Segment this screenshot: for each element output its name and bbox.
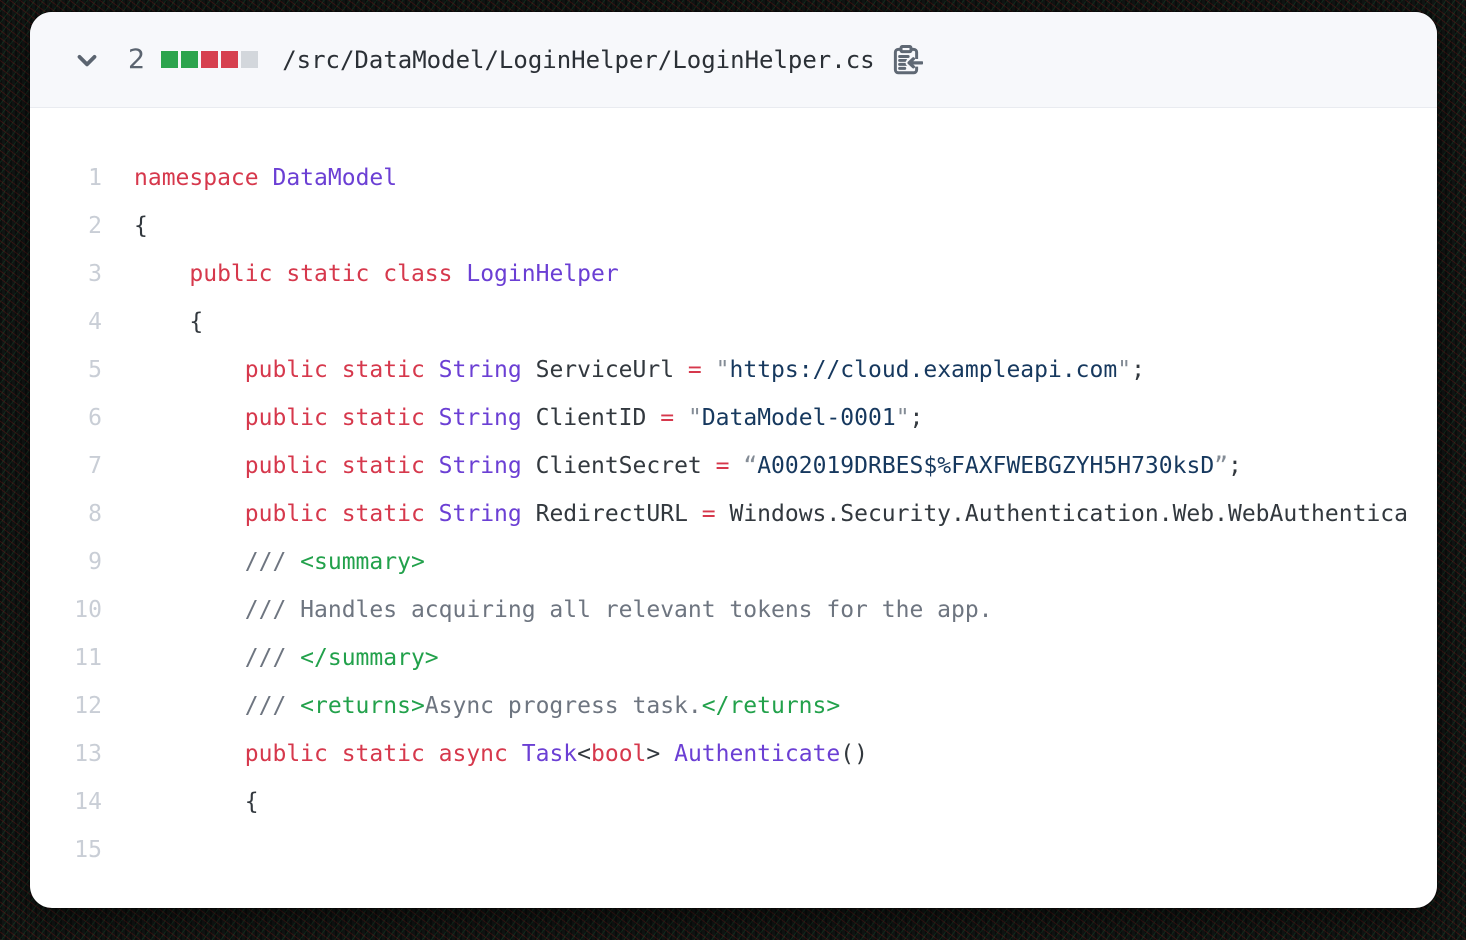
code-line: 11 /// </summary> [30, 634, 1437, 682]
code-line: 14 { [30, 778, 1437, 826]
line-number: 4 [30, 309, 102, 335]
code-line: 15 [30, 826, 1437, 874]
code-line: 2{ [30, 202, 1437, 250]
code-line: 1 namespace DataModel [30, 154, 1437, 202]
line-number: 12 [30, 693, 102, 719]
code-line: 7 public static String ClientSecret = “A… [30, 442, 1437, 490]
line-number: 7 [30, 453, 102, 479]
code-line: 10 /// Handles acquiring all relevant to… [30, 586, 1437, 634]
diff-block-removed [221, 51, 238, 68]
line-number: 15 [30, 837, 102, 863]
line-number: 1 [30, 165, 102, 191]
line-number: 2 [30, 213, 102, 239]
line-number: 11 [30, 645, 102, 671]
code-text: public static String RedirectURL = Windo… [134, 501, 1408, 527]
code-line: 9 /// <summary> [30, 538, 1437, 586]
clipboard-paste-icon [889, 43, 923, 77]
code-text: public static async Task<bool> Authentic… [134, 741, 868, 767]
code-line: 4 { [30, 298, 1437, 346]
page-background: { "header": { "collapse_icon": "chevron-… [0, 0, 1466, 940]
code-text: /// </summary> [134, 645, 439, 671]
file-path: /src/DataModel/LoginHelper/LoginHelper.c… [282, 46, 874, 74]
code-pane: 1namespace DataModel2{3 public static cl… [30, 108, 1437, 874]
code-line: 13 public static async Task<bool> Authen… [30, 730, 1437, 778]
code-text: public static class LoginHelper [134, 261, 619, 287]
code-line: 6 public static String ClientID = "DataM… [30, 394, 1437, 442]
diff-block-added [181, 51, 198, 68]
code-text: namespace DataModel [134, 165, 397, 191]
line-number: 9 [30, 549, 102, 575]
code-lines: 1namespace DataModel2{3 public static cl… [30, 154, 1437, 874]
code-line: 5 public static String ServiceUrl = "htt… [30, 346, 1437, 394]
code-text: public static String ClientSecret = “A00… [134, 453, 1242, 479]
line-number: 8 [30, 501, 102, 527]
diff-block-removed [201, 51, 218, 68]
code-line: 12 /// <returns>Async progress task.</re… [30, 682, 1437, 730]
change-count: 2 [128, 44, 145, 75]
line-number: 10 [30, 597, 102, 623]
code-text: public static String ClientID = "DataMod… [134, 405, 923, 431]
code-line: 8 public static String RedirectURL = Win… [30, 490, 1437, 538]
code-text: /// <summary> [134, 549, 425, 575]
collapse-file-button[interactable] [72, 45, 102, 75]
line-number: 6 [30, 405, 102, 431]
file-header: 2 /src/DataModel/LoginHelper/LoginHelper… [30, 12, 1437, 108]
line-number: 14 [30, 789, 102, 815]
code-text: /// <returns>Async progress task.</retur… [134, 693, 840, 719]
code-text: /// Handles acquiring all relevant token… [134, 597, 993, 623]
diff-block-neutral [241, 51, 258, 68]
diff-block-added [161, 51, 178, 68]
code-text: { [134, 213, 148, 239]
line-number: 3 [30, 261, 102, 287]
line-number: 13 [30, 741, 102, 767]
file-diff-card: 2 /src/DataModel/LoginHelper/LoginHelper… [30, 12, 1437, 908]
code-text: { [134, 789, 259, 815]
copy-path-button[interactable] [889, 43, 923, 77]
code-text: public static String ServiceUrl = "https… [134, 357, 1145, 383]
diff-blocks [161, 51, 258, 68]
code-text: { [134, 309, 203, 335]
code-line: 3 public static class LoginHelper [30, 250, 1437, 298]
chevron-down-icon [72, 45, 102, 75]
line-number: 5 [30, 357, 102, 383]
